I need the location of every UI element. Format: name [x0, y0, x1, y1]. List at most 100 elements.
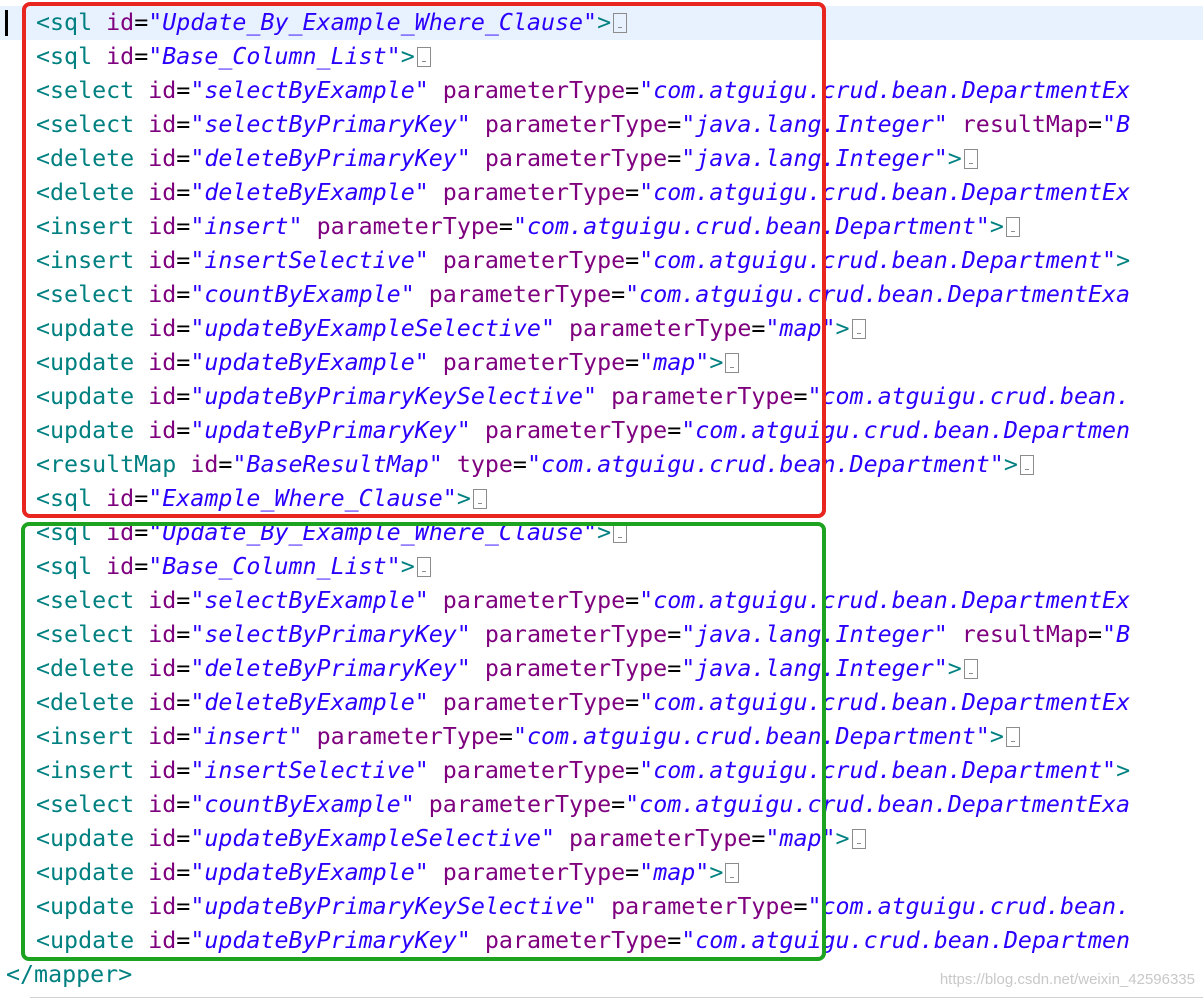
fold-collapsed-icon[interactable]	[1005, 727, 1020, 747]
code-line[interactable]: <sql id="Base_Column_List">	[0, 40, 1203, 74]
xml-tag: <insert	[36, 213, 135, 240]
code-text: <insert id="insert" parameterType="com.a…	[36, 210, 1020, 244]
xml-tag: >	[989, 213, 1004, 240]
fold-collapsed-icon[interactable]	[613, 523, 628, 543]
fold-collapsed-icon[interactable]	[416, 557, 431, 577]
fold-collapsed-icon[interactable]	[851, 829, 866, 849]
equals-sign: =	[176, 213, 191, 240]
xml-attribute-value: "com.atguigu.crud.bean.	[807, 893, 1131, 920]
xml-tag: <select	[36, 111, 135, 138]
xml-tag: <select	[36, 77, 135, 104]
equals-sign: =	[611, 281, 626, 308]
code-line[interactable]: <select id="selectByExample" parameterTy…	[0, 584, 1203, 618]
equals-sign: =	[176, 77, 191, 104]
equals-sign: =	[667, 655, 682, 682]
fold-collapsed-icon[interactable]	[725, 863, 740, 883]
code-line[interactable]: <update id="updateByExampleSelective" pa…	[0, 822, 1203, 856]
code-line[interactable]: <insert id="insertSelective" parameterTy…	[0, 244, 1203, 278]
xml-attribute-name: parameterType	[428, 791, 612, 818]
xml-attribute-value: "com.atguigu.crud.bean.Department"	[512, 723, 990, 750]
code-line[interactable]: <sql id="Base_Column_List">	[0, 550, 1203, 584]
fold-collapsed-icon[interactable]	[416, 47, 431, 67]
xml-tag: >	[947, 145, 962, 172]
xml-tag: <update	[36, 349, 135, 376]
xml-attribute-name: resultMap	[961, 621, 1089, 648]
code-line[interactable]: <select id="selectByExample" parameterTy…	[0, 74, 1203, 108]
fold-collapsed-icon[interactable]	[1019, 455, 1034, 475]
xml-attribute-name: id	[148, 587, 177, 614]
code-line[interactable]: <select id="countByExample" parameterTyp…	[0, 788, 1203, 822]
xml-attribute-value: "map"	[765, 825, 836, 852]
code-line[interactable]: <select id="selectByPrimaryKey" paramete…	[0, 108, 1203, 142]
xml-tag: <insert	[36, 247, 135, 274]
code-line[interactable]: <update id="updateByExample" parameterTy…	[0, 856, 1203, 890]
xml-attribute-value: "updateByExampleSelective"	[190, 825, 555, 852]
code-line[interactable]: <insert id="insert" parameterType="com.a…	[0, 210, 1203, 244]
code-line[interactable]: <delete id="deleteByExample" parameterTy…	[0, 686, 1203, 720]
xml-attribute-name: id	[148, 757, 177, 784]
code-line[interactable]: <sql id="Example_Where_Clause">	[0, 482, 1203, 516]
code-line[interactable]: <update id="updateByExample" parameterTy…	[0, 346, 1203, 380]
xml-attribute-name: id	[148, 349, 177, 376]
code-line[interactable]: <insert id="insert" parameterType="com.a…	[0, 720, 1203, 754]
code-line[interactable]: <update id="updateByPrimaryKey" paramete…	[0, 414, 1203, 448]
xml-tag: <delete	[36, 689, 135, 716]
xml-code-editor[interactable]: <sql id="Update_By_Example_Where_Clause"…	[0, 0, 1203, 1001]
code-text: <update id="updateByPrimaryKey" paramete…	[36, 924, 1130, 958]
code-line[interactable]: <sql id="Update_By_Example_Where_Clause"…	[0, 516, 1203, 550]
xml-attribute-name: id	[148, 417, 177, 444]
xml-attribute-value: "com.atguigu.crud.bean.DepartmentEx	[639, 77, 1131, 104]
fold-collapsed-icon[interactable]	[963, 149, 978, 169]
equals-sign: =	[134, 43, 149, 70]
fold-collapsed-icon[interactable]	[725, 353, 740, 373]
xml-attribute-value: "updateByPrimaryKeySelective"	[190, 383, 598, 410]
code-line[interactable]: <select id="selectByPrimaryKey" paramete…	[0, 618, 1203, 652]
code-line[interactable]: <select id="countByExample" parameterTyp…	[0, 278, 1203, 312]
xml-attribute-name: id	[148, 689, 177, 716]
fold-collapsed-icon[interactable]	[613, 13, 628, 33]
equals-sign: =	[134, 9, 149, 36]
fold-collapsed-icon[interactable]	[963, 659, 978, 679]
code-text: <select id="selectByExample" parameterTy…	[36, 74, 1130, 108]
code-line[interactable]: <delete id="deleteByPrimaryKey" paramete…	[0, 652, 1203, 686]
fold-collapsed-icon[interactable]	[1005, 217, 1020, 237]
code-line[interactable]: <delete id="deleteByExample" parameterTy…	[0, 176, 1203, 210]
xml-tag: <update	[36, 383, 135, 410]
code-line[interactable]: <update id="updateByPrimaryKey" paramete…	[0, 924, 1203, 958]
xml-attribute-value: "selectByPrimaryKey"	[190, 621, 471, 648]
xml-attribute-value: "B	[1102, 111, 1131, 138]
xml-attribute-value: "com.atguigu.crud.bean.Departmen	[681, 927, 1131, 954]
xml-tag: <update	[36, 927, 135, 954]
code-line[interactable]: <update id="updateByExampleSelective" pa…	[0, 312, 1203, 346]
xml-attribute-name: parameterType	[442, 859, 626, 886]
xml-tag: <update	[36, 859, 135, 886]
code-line[interactable]: <insert id="insertSelective" parameterTy…	[0, 754, 1203, 788]
xml-tag: >	[1003, 451, 1018, 478]
code-line[interactable]: <delete id="deleteByPrimaryKey" paramete…	[0, 142, 1203, 176]
fold-collapsed-icon[interactable]	[851, 319, 866, 339]
equals-sign: =	[176, 111, 191, 138]
xml-attribute-name: id	[148, 893, 177, 920]
code-line[interactable]: <resultMap id="BaseResultMap" type="com.…	[0, 448, 1203, 482]
code-line[interactable]: <update id="updateByPrimaryKeySelective"…	[0, 890, 1203, 924]
xml-tag: <insert	[36, 723, 135, 750]
xml-tag: </mapper>	[6, 961, 133, 988]
code-line[interactable]: <update id="updateByPrimaryKeySelective"…	[0, 380, 1203, 414]
xml-tag: <delete	[36, 179, 135, 206]
xml-attribute-value: "insert"	[190, 213, 303, 240]
code-line[interactable]: <sql id="Update_By_Example_Where_Clause"…	[0, 6, 1203, 40]
xml-attribute-name: id	[106, 553, 135, 580]
code-text: <sql id="Base_Column_List">	[36, 550, 431, 584]
fold-collapsed-icon[interactable]	[472, 489, 487, 509]
